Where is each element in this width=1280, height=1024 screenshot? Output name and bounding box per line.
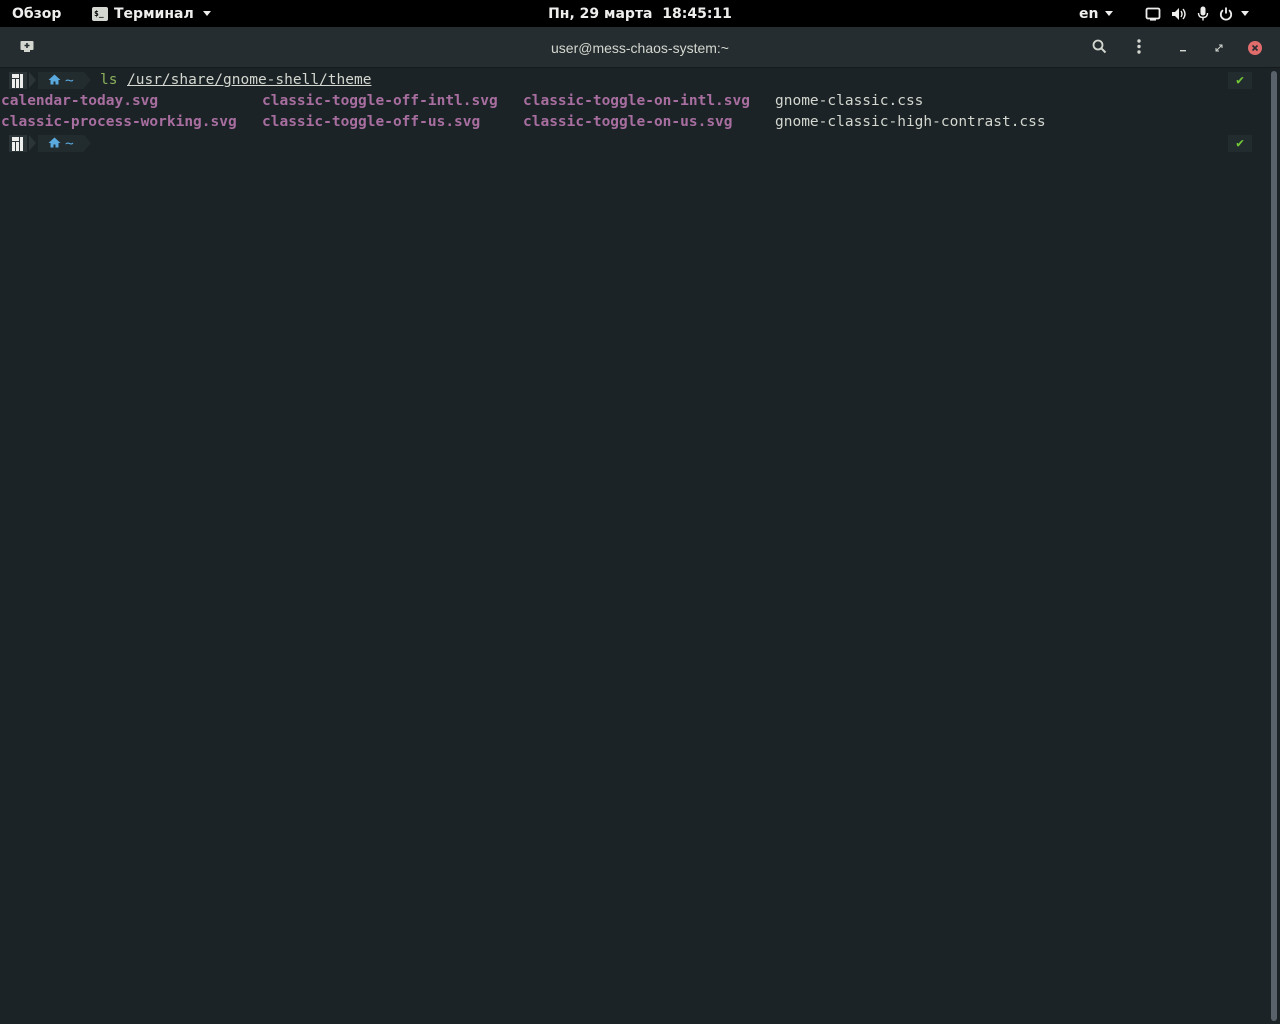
microphone-icon (1197, 6, 1209, 22)
home-icon (48, 136, 61, 152)
chevron-down-icon (202, 11, 211, 16)
activities-label: Обзор (12, 5, 62, 22)
maximize-button[interactable] (1206, 35, 1232, 61)
vertical-dots-icon (1137, 38, 1141, 58)
minimize-button[interactable] (1170, 35, 1196, 61)
menu-button[interactable] (1126, 35, 1152, 61)
keyboard-layout-label: en (1079, 5, 1099, 22)
terminal-window: user@mess-chaos-system:~ ~ ls /usr/share… (0, 27, 1280, 1024)
volume-icon (1171, 7, 1187, 21)
prompt-line: ~ ls /usr/share/gnome-shell/theme ✔ (0, 70, 1268, 91)
prompt-dir: ~ (65, 135, 74, 152)
search-button[interactable] (1086, 35, 1112, 61)
prompt-os-segment (0, 133, 36, 154)
close-icon (1248, 41, 1262, 55)
new-tab-button[interactable] (14, 35, 40, 61)
header-bar: user@mess-chaos-system:~ (0, 27, 1280, 68)
scrollbar[interactable] (1268, 69, 1280, 1024)
listing-row: calendar-today.svg classic-toggle-off-in… (0, 91, 1268, 112)
app-menu-button[interactable]: $_ Терминал (92, 0, 211, 27)
listing-entry: classic-toggle-off-intl.svg (262, 93, 498, 109)
manjaro-icon (12, 74, 23, 88)
minimize-icon (1179, 40, 1187, 56)
terminal-app-icon: $_ (92, 6, 108, 21)
close-button[interactable] (1242, 35, 1268, 61)
system-tray[interactable] (1145, 0, 1249, 27)
listing-entry: classic-process-working.svg (1, 114, 237, 130)
power-icon (1219, 7, 1233, 21)
prompt-dir: ~ (65, 72, 74, 89)
listing-entry: gnome-classic.css (775, 93, 924, 109)
listing-entry: classic-toggle-on-us.svg (523, 114, 733, 130)
listing-entry: classic-toggle-on-intl.svg (523, 93, 750, 109)
screen-icon (1145, 7, 1161, 21)
search-icon (1092, 39, 1107, 58)
status-ok-icon: ✔ (1228, 72, 1252, 89)
chevron-down-icon (1105, 11, 1114, 16)
new-tab-icon (20, 40, 34, 57)
chevron-down-icon (1241, 11, 1249, 16)
prompt-dir-segment: ~ (38, 72, 84, 89)
prompt-os-segment (0, 70, 36, 91)
keyboard-layout-button[interactable]: en (1079, 0, 1114, 27)
listing-entry: gnome-classic-high-contrast.css (775, 114, 1046, 130)
gnome-top-bar: Обзор $_ Терминал Пн, 29 марта 18:45:11 … (0, 0, 1280, 27)
restore-icon (1215, 40, 1223, 56)
command-argument[interactable]: /usr/share/gnome-shell/theme (127, 70, 371, 91)
activities-button[interactable]: Обзор (12, 0, 61, 27)
prompt-line: ~ ✔ (0, 133, 1268, 154)
prompt-dir-segment: ~ (38, 135, 84, 152)
clock-button[interactable]: Пн, 29 марта 18:45:11 (548, 6, 732, 22)
listing-entry: calendar-today.svg (1, 93, 159, 109)
listing-row: classic-process-working.svg classic-togg… (0, 112, 1268, 133)
terminal-output[interactable]: ~ ls /usr/share/gnome-shell/theme ✔ cale… (0, 69, 1268, 1024)
manjaro-icon (12, 137, 23, 151)
scrollbar-thumb[interactable] (1271, 71, 1277, 1021)
status-ok-icon: ✔ (1228, 135, 1252, 152)
listing-entry: classic-toggle-off-us.svg (262, 114, 481, 130)
command-name: ls (100, 72, 118, 88)
home-icon (48, 73, 61, 89)
app-menu-label: Терминал (114, 5, 194, 22)
